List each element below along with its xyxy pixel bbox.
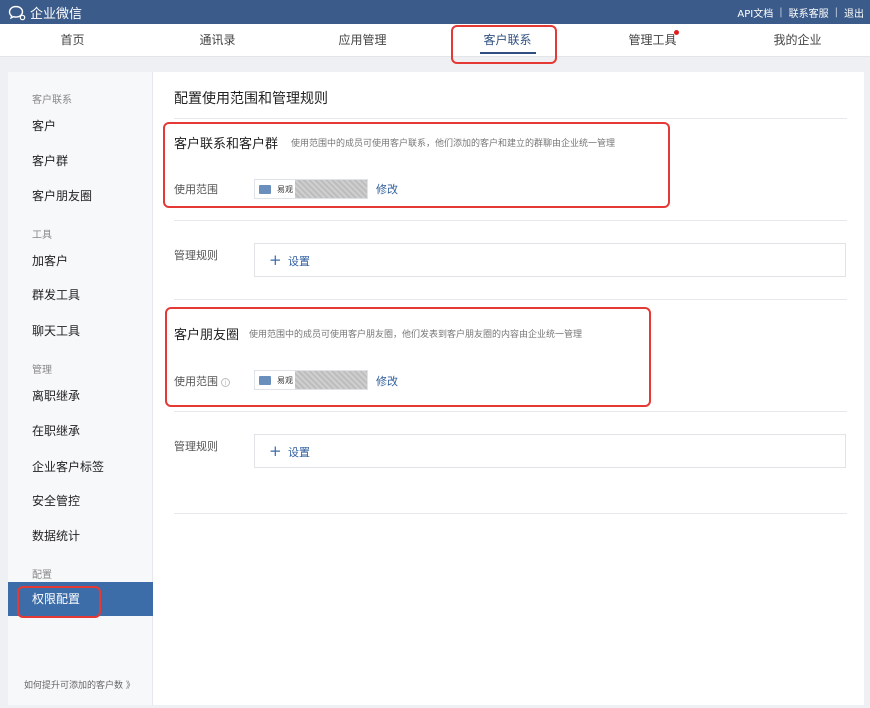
tab-contacts[interactable]: 通讯录 bbox=[145, 24, 290, 57]
sidebar-group-customer-contact: 客户联系 bbox=[32, 95, 72, 106]
sidebar-item-resigned-transfer[interactable]: 离职继承 bbox=[32, 387, 80, 404]
brand-logo[interactable]: 企业微信 bbox=[8, 3, 82, 22]
wecom-logo-icon bbox=[8, 5, 26, 20]
sidebar-item-statistics[interactable]: 数据统计 bbox=[32, 527, 80, 544]
tab-my-enterprise[interactable]: 我的企业 bbox=[725, 24, 870, 57]
divider bbox=[174, 220, 847, 221]
highlight-section-1 bbox=[163, 122, 670, 208]
separator: | bbox=[779, 7, 783, 18]
tab-app-management[interactable]: 应用管理 bbox=[290, 24, 435, 57]
rule-label: 管理规则 bbox=[174, 249, 218, 262]
api-docs-link[interactable]: API文档 bbox=[737, 5, 773, 20]
notification-dot bbox=[674, 30, 679, 35]
top-links: API文档 | 联系客服 | 退出 bbox=[737, 5, 864, 20]
contact-support-link[interactable]: 联系客服 bbox=[789, 5, 829, 20]
rule-label: 管理规则 bbox=[174, 440, 218, 453]
tab-home[interactable]: 首页 bbox=[0, 24, 145, 57]
tab-management-tools[interactable]: 管理工具 bbox=[580, 24, 725, 57]
logout-link[interactable]: 退出 bbox=[844, 5, 864, 20]
divider bbox=[174, 411, 847, 412]
separator: | bbox=[834, 7, 838, 18]
sidebar-group-config: 配置 bbox=[32, 570, 52, 581]
sidebar-item-security[interactable]: 安全管控 bbox=[32, 492, 80, 509]
divider bbox=[174, 118, 847, 119]
sidebar-item-customers[interactable]: 客户 bbox=[32, 117, 56, 134]
sidebar-item-customer-groups[interactable]: 客户群 bbox=[32, 152, 68, 169]
sidebar-item-mass-send[interactable]: 群发工具 bbox=[32, 286, 80, 303]
help-link[interactable]: 如何提升可添加的客户数 》 bbox=[24, 678, 135, 691]
divider bbox=[174, 299, 847, 300]
sidebar-item-chat-tools[interactable]: 聊天工具 bbox=[32, 322, 80, 339]
brand-name: 企业微信 bbox=[30, 7, 83, 22]
page-title: 配置使用范围和管理规则 bbox=[174, 91, 328, 107]
sidebar-item-moments[interactable]: 客户朋友圈 bbox=[32, 187, 92, 204]
highlight-nav-tab bbox=[451, 25, 557, 64]
sidebar-item-add-customer[interactable]: 加客户 bbox=[32, 252, 68, 269]
rule-setting-box[interactable]: + 设置 bbox=[254, 434, 846, 468]
plus-icon: + bbox=[269, 442, 282, 460]
plus-icon: + bbox=[269, 251, 282, 269]
sidebar-item-onjob-transfer[interactable]: 在职继承 bbox=[32, 422, 80, 439]
set-rule-button[interactable]: 设置 bbox=[288, 253, 310, 269]
set-rule-button[interactable]: 设置 bbox=[288, 444, 310, 460]
main-nav: 首页 通讯录 应用管理 客户联系 管理工具 我的企业 bbox=[0, 24, 870, 57]
highlight-section-2 bbox=[165, 307, 651, 407]
divider bbox=[174, 513, 847, 514]
sidebar-item-customer-tags[interactable]: 企业客户标签 bbox=[32, 458, 104, 475]
sidebar-group-management: 管理 bbox=[32, 365, 52, 376]
rule-setting-box[interactable]: + 设置 bbox=[254, 243, 846, 277]
top-bar: 企业微信 API文档 | 联系客服 | 退出 bbox=[0, 0, 870, 24]
sidebar-group-tools: 工具 bbox=[32, 230, 52, 241]
highlight-permissions-item bbox=[17, 586, 101, 618]
